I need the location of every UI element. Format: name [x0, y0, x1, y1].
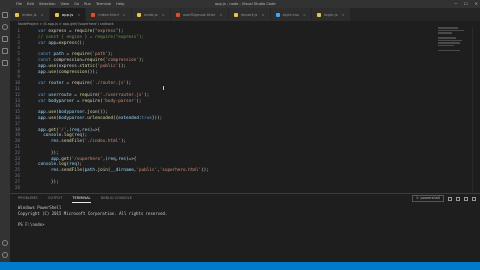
minimize-icon[interactable]: ─ — [455, 0, 457, 8]
editor-scrollbar[interactable] — [472, 27, 480, 193]
tab-label: app.js — [61, 12, 74, 17]
shell-select[interactable]: 1: powershell — [411, 195, 444, 202]
file-icon — [275, 12, 280, 17]
tab-label: login.js — [324, 12, 338, 17]
tab-close-icon[interactable]: × — [123, 12, 126, 17]
terminal-line: Copyright (C) 2015 Microsoft Corporation… — [18, 210, 168, 216]
file-icon — [136, 12, 141, 17]
source-control-icon[interactable] — [2, 36, 8, 42]
menu-item-file[interactable]: File — [16, 0, 22, 8]
status-bar — [0, 262, 480, 270]
tab-close-icon[interactable]: × — [219, 12, 222, 17]
tab-label: import.js — [240, 12, 258, 17]
tab-usersignout-html[interactable]: userSignout.html × — [170, 8, 229, 21]
tab-close-icon[interactable]: × — [303, 12, 306, 17]
code-line[interactable]: 28 — [10, 186, 460, 192]
bottom-panel: PROBLEMS OUTPUT TERMINAL DEBUG CONSOLE 1: p… — [10, 193, 480, 262]
tab-style-css[interactable]: style.css × — [270, 8, 313, 21]
terminal-line: PS F:\node> — [18, 221, 45, 227]
code-editor[interactable]: 1 var express = require("express"); 2// co… — [10, 27, 480, 193]
tab-index-js[interactable]: index.js × — [10, 8, 50, 21]
line-number: 28 — [14, 185, 20, 191]
tab-close-icon[interactable]: × — [342, 12, 345, 17]
add-terminal-icon[interactable] — [448, 196, 452, 201]
tab-label: index.js — [22, 12, 37, 17]
tab-node-js[interactable]: node.js × — [131, 8, 171, 21]
panel-tab-problems[interactable]: PROBLEMS — [18, 194, 38, 203]
tab-close-icon[interactable]: × — [41, 12, 44, 17]
activity-bar — [0, 8, 10, 262]
close-icon[interactable]: ✕ — [475, 0, 478, 8]
panel-tab-terminal[interactable]: TERMINAL — [72, 194, 91, 203]
close-panel-icon[interactable] — [472, 196, 476, 201]
account-icon[interactable] — [2, 240, 8, 246]
tab-label: node.js — [143, 12, 158, 17]
title-bar: File Edit Selection View Go Run Terminal Help a… — [0, 0, 480, 8]
file-icon — [15, 12, 19, 17]
tab-label: style.css — [282, 12, 299, 17]
run-debug-icon[interactable] — [2, 48, 8, 54]
editor-tabs: index.js × app.js × index.html × node.js × userS… — [10, 8, 480, 21]
menu-item-run[interactable]: Run — [84, 0, 91, 8]
menu-item-edit[interactable]: Edit — [27, 0, 34, 8]
file-icon — [175, 12, 180, 17]
explorer-icon[interactable] — [2, 12, 8, 18]
tab-import-js[interactable]: import.js × — [228, 8, 271, 21]
panel-tabs: PROBLEMS OUTPUT TERMINAL DEBUG CONSOLE — [10, 194, 132, 203]
file-icon — [317, 12, 322, 17]
menu-item-terminal[interactable]: Terminal — [96, 0, 111, 8]
window-controls: ─ ☐ ✕ — [455, 0, 478, 8]
tab-close-icon[interactable]: × — [261, 12, 264, 17]
file-icon — [233, 12, 238, 17]
split-terminal-icon[interactable] — [456, 196, 460, 201]
search-icon[interactable] — [2, 24, 8, 30]
menu-item-selection[interactable]: Selection — [39, 0, 56, 8]
panel-tab-debug-console[interactable]: DEBUG CONSOLE — [101, 194, 132, 203]
menu-item-view[interactable]: View — [61, 0, 70, 8]
tab-login-js[interactable]: login.js × — [312, 8, 351, 21]
tab-index-html[interactable]: index.html × — [86, 8, 132, 21]
file-icon — [91, 12, 96, 17]
menu-item-go[interactable]: Go — [74, 0, 79, 8]
tab-label: userSignout.html — [182, 12, 216, 17]
window-title: app.js - node - Visual Studio Code — [215, 2, 276, 6]
tab-close-icon[interactable]: × — [162, 12, 165, 17]
tab-app-js[interactable]: app.js × — [49, 8, 87, 21]
tab-close-icon[interactable]: × — [77, 12, 80, 17]
tab-label: index.html — [98, 12, 119, 17]
gear-icon[interactable] — [2, 252, 8, 258]
panel-actions: 1: powershell — [411, 194, 476, 203]
file-icon — [54, 12, 59, 17]
menu-item-help[interactable]: Help — [116, 0, 124, 8]
terminal-output[interactable]: Windows PowerShell Copyright (C) 2015 Mic… — [18, 205, 167, 227]
trash-icon[interactable] — [464, 196, 468, 201]
maximize-icon[interactable]: ☐ — [464, 0, 468, 8]
menu-bar: File Edit Selection View Go Run Terminal Help — [0, 0, 124, 8]
panel-tab-output[interactable]: OUTPUT — [48, 194, 63, 203]
extensions-icon[interactable] — [2, 60, 8, 66]
